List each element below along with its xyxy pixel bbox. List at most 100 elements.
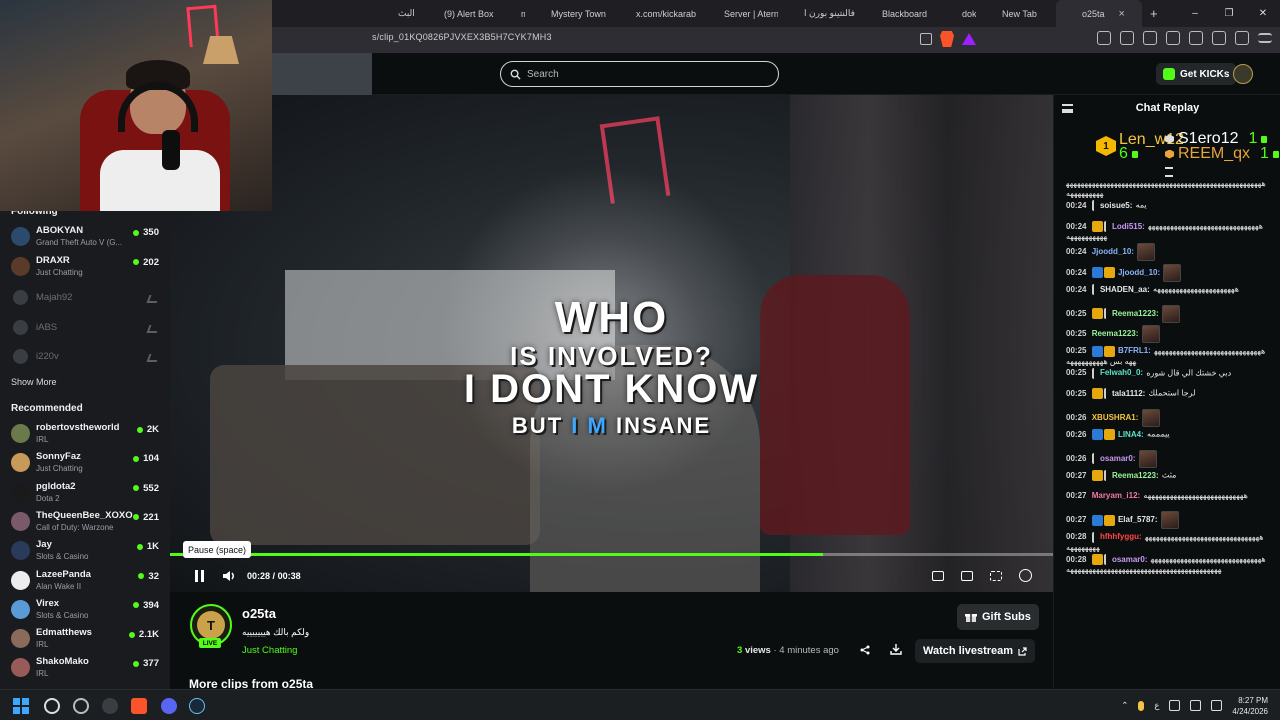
- battery-icon[interactable]: [1211, 700, 1223, 711]
- clock[interactable]: 8:27 PM 4/24/2026: [1232, 695, 1268, 717]
- channel-name[interactable]: o25ta: [242, 606, 276, 621]
- message-username[interactable]: Reema1223:: [1112, 309, 1159, 318]
- message-username[interactable]: soisue5:: [1100, 201, 1132, 210]
- chat-message[interactable]: هههههههههههههههههههههههههههههههههههههههه…: [1066, 178, 1266, 199]
- chat-message[interactable]: 00:24 soisue5: يمه: [1066, 199, 1266, 220]
- leaderboard-second[interactable]: S1ero12 1: [1165, 130, 1268, 147]
- chat-message[interactable]: 00:26 XBUSHRA1:: [1066, 408, 1266, 429]
- following-channel-offline[interactable]: i220v: [0, 348, 170, 376]
- recommended-channel[interactable]: ShakoMako IRL 377: [0, 655, 170, 683]
- chat-message[interactable]: 00:24 Jjoodd_10:: [1066, 242, 1266, 263]
- message-username[interactable]: XBUSHRA1:: [1092, 413, 1139, 422]
- brave-shields-icon[interactable]: [940, 31, 954, 47]
- message-username[interactable]: Felwah0_0:: [1100, 368, 1143, 377]
- chat-message[interactable]: 00:28 hfhhfyggu: ههههههههههههههههههههههه…: [1066, 531, 1266, 553]
- message-username[interactable]: hfhhfyggu:: [1100, 532, 1142, 541]
- browser-tab[interactable]: o25ta ×: [1056, 0, 1142, 27]
- settings-icon[interactable]: [44, 698, 60, 714]
- chat-message[interactable]: 00:27 Elaf_5787:: [1066, 510, 1266, 531]
- leaderboard-third[interactable]: REEM_qx 1: [1165, 145, 1279, 162]
- recommended-channel[interactable]: Virex Slots & Casino 394: [0, 597, 170, 625]
- chat-message[interactable]: 00:25 Felwah0_0: دبي خشتك الي قال شوره: [1066, 367, 1266, 388]
- close-tab-icon[interactable]: ×: [1119, 8, 1125, 20]
- shield-icon[interactable]: [1235, 31, 1249, 45]
- chat-message[interactable]: 00:27 Reema1223: مثث: [1066, 469, 1266, 490]
- download-icon[interactable]: [890, 643, 902, 655]
- volume-icon[interactable]: [221, 568, 237, 584]
- menu-icon[interactable]: [1258, 33, 1272, 43]
- following-channel[interactable]: DRAXR Just Chatting 202: [0, 254, 170, 282]
- recommended-channel[interactable]: Edmatthews IRL 2.1K: [0, 626, 170, 654]
- chat-message[interactable]: 00:28 osamar0: ههههههههههههههههههههههههه…: [1066, 553, 1266, 575]
- browser-tab[interactable]: mt: [495, 0, 525, 27]
- message-username[interactable]: tala1112:: [1112, 389, 1145, 398]
- message-username[interactable]: osamar0:: [1112, 555, 1148, 564]
- media-icon[interactable]: [1143, 31, 1157, 45]
- chat-message[interactable]: 00:24 SHADEN_aa: ههههههههههههههههههههههه: [1066, 283, 1266, 304]
- browser-tab[interactable]: (9) Alert Box /: [418, 0, 495, 27]
- chat-message[interactable]: 00:26 osamar0:: [1066, 449, 1266, 470]
- following-channel-offline[interactable]: iABS: [0, 319, 170, 347]
- brave-rewards-icon[interactable]: [962, 33, 976, 45]
- browser-tab[interactable]: فالنتينو بورن ا: [778, 0, 856, 27]
- recommended-channel[interactable]: pgldota2 Dota 2 552: [0, 480, 170, 508]
- chat-message[interactable]: 00:25 Reema1223:: [1066, 304, 1266, 325]
- new-tab-button[interactable]: +: [1142, 0, 1168, 27]
- vpn-icon[interactable]: [1212, 31, 1226, 45]
- steam-icon[interactable]: [189, 698, 205, 714]
- obs-icon[interactable]: [73, 698, 89, 714]
- category-link[interactable]: Just Chatting: [242, 645, 297, 656]
- following-channel-offline[interactable]: Majah92: [0, 289, 170, 317]
- browser-tab[interactable]: New Tab: [976, 0, 1056, 27]
- tray-chevron-icon[interactable]: ⌃: [1121, 700, 1128, 711]
- network-icon[interactable]: [1169, 700, 1181, 711]
- browser-tab[interactable]: Blackboard: [856, 0, 936, 27]
- windows-start-icon[interactable]: [13, 698, 29, 714]
- message-username[interactable]: Jjoodd_10:: [1092, 247, 1134, 256]
- watch-livestream-button[interactable]: Watch livestream: [915, 639, 1036, 663]
- browser-tab[interactable]: Mystery Town: [525, 0, 610, 27]
- message-username[interactable]: SHADEN_aa:: [1100, 285, 1150, 294]
- recommended-channel[interactable]: SonnyFaz Just Chatting 104: [0, 450, 170, 478]
- miniplayer-button[interactable]: [932, 571, 944, 581]
- show-more-link[interactable]: Show More: [11, 377, 57, 387]
- browser-tab[interactable]: Server | Aterno: [698, 0, 778, 27]
- message-username[interactable]: B7FRL1:: [1118, 346, 1151, 355]
- mic-icon[interactable]: [1138, 700, 1145, 711]
- recommended-channel[interactable]: robertovstheworld IRL 2K: [0, 421, 170, 449]
- search-input[interactable]: Search: [500, 61, 779, 87]
- message-username[interactable]: Reema1223:: [1112, 471, 1159, 480]
- minimize-button[interactable]: –: [1178, 8, 1212, 19]
- browser-tab[interactable]: البث: [372, 0, 418, 27]
- url-text[interactable]: s/clip_01KQ0826PJVXEX3B5H7CYK7MH3: [372, 32, 552, 42]
- chat-message[interactable]: 00:24 Lodi515: ههههههههههههههههههههههههه…: [1066, 220, 1266, 242]
- user-avatar[interactable]: [1233, 64, 1253, 84]
- chat-message[interactable]: 00:24 Jjoodd_10:: [1066, 263, 1266, 284]
- wallet-icon[interactable]: [1189, 31, 1203, 45]
- chat-message[interactable]: 00:26 LINA4: ييمممه: [1066, 428, 1266, 449]
- chat-message[interactable]: 00:27 Maryam_i12: هههههههههههههههههههههه…: [1066, 490, 1266, 511]
- browser-tab[interactable]: x.com/kickarab: [610, 0, 698, 27]
- message-username[interactable]: Jjoodd_10:: [1118, 268, 1160, 277]
- volume-tray-icon[interactable]: [1190, 700, 1202, 711]
- share-icon[interactable]: [860, 645, 870, 655]
- message-username[interactable]: osamar0:: [1100, 454, 1136, 463]
- extensions-icon[interactable]: [1097, 31, 1111, 45]
- video-progress-bar[interactable]: [170, 553, 1053, 556]
- app-icon[interactable]: [102, 698, 118, 714]
- browser-tab[interactable]: dokan: [936, 0, 976, 27]
- recommended-channel[interactable]: TheQueenBee_XOXO Call of Duty: Warzone 2…: [0, 509, 170, 537]
- message-username[interactable]: Elaf_5787:: [1118, 515, 1158, 524]
- recommended-channel[interactable]: Jay Slots & Casino 1K: [0, 538, 170, 566]
- chat-scroll-icon[interactable]: [1165, 167, 1173, 177]
- video-player[interactable]: WHO IS INVOLVED? I DONT KNOW BUT I M INS…: [170, 95, 1053, 592]
- message-username[interactable]: LINA4:: [1118, 430, 1144, 439]
- chat-message[interactable]: 00:25 B7FRL1: هههههههههههههههههههههههههه…: [1066, 345, 1266, 367]
- close-window-button[interactable]: ✕: [1246, 8, 1280, 19]
- recommended-channel[interactable]: LazeePanda Alan Wake II 32: [0, 568, 170, 596]
- chat-message[interactable]: 00:25 Reema1223:: [1066, 324, 1266, 345]
- screenshot-icon[interactable]: [1120, 31, 1134, 45]
- gift-subs-button[interactable]: Gift Subs: [957, 604, 1039, 630]
- message-username[interactable]: Lodi515:: [1112, 222, 1145, 231]
- theater-mode-button[interactable]: [961, 571, 973, 581]
